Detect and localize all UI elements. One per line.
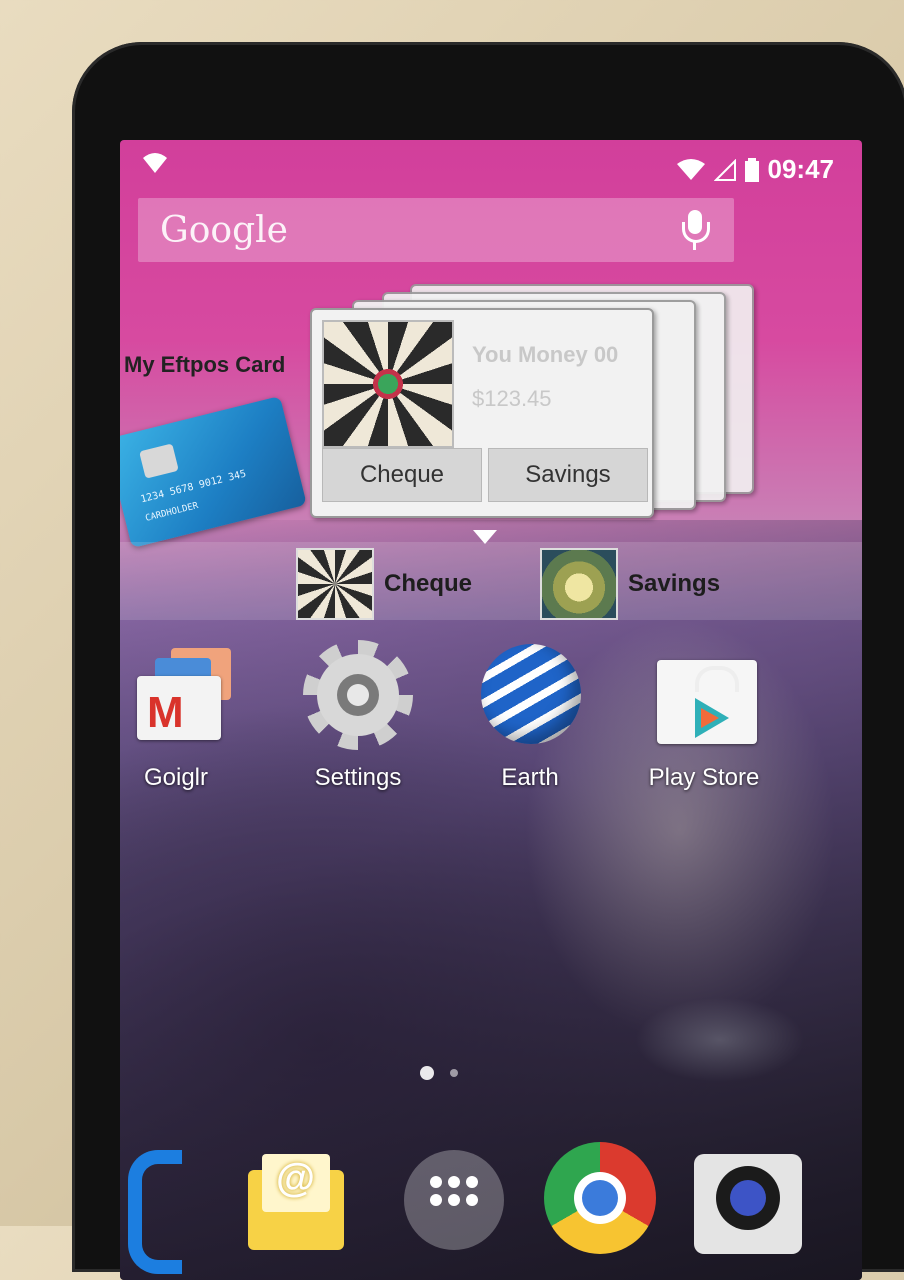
phone-bezel: 09:47 Google My Eftpos Card 1234 5678 90… <box>72 42 904 1280</box>
gmail-icon: M <box>121 640 231 750</box>
savings-shortcut[interactable]: Savings <box>540 548 720 620</box>
app-label-settings: Settings <box>314 764 402 791</box>
cheque-shortcut[interactable]: Cheque <box>296 548 472 620</box>
mic-icon[interactable] <box>682 210 710 250</box>
account-card[interactable]: You Money 00 $123.45 Cheque Savings <box>310 308 654 518</box>
app-settings[interactable]: Settings <box>288 640 428 792</box>
shortcut-row: Cheque Savings <box>120 542 862 620</box>
savings-thumbnail <box>540 548 618 620</box>
page-indicator <box>420 1066 458 1080</box>
cheque-shortcut-label: Cheque <box>384 570 473 597</box>
dartboard-image <box>322 320 454 448</box>
battery-icon <box>744 157 759 182</box>
app-drawer-icon[interactable] <box>398 1140 510 1252</box>
app-goiglr[interactable]: M Goiglr <box>120 640 246 792</box>
home-screen: 09:47 Google My Eftpos Card 1234 5678 90… <box>120 140 862 1280</box>
status-right: 09:47 <box>676 154 835 185</box>
email-icon[interactable]: @ <box>240 1140 352 1252</box>
status-bar: 09:47 <box>120 140 862 192</box>
app-play-store[interactable]: Play Store <box>634 640 774 792</box>
widget-title: My Eftpos Card <box>124 352 286 377</box>
dock: @ <box>120 1130 862 1280</box>
settings-gear-icon <box>303 640 413 750</box>
page-dot-active <box>420 1066 434 1080</box>
camera-icon[interactable] <box>690 1140 802 1254</box>
page-dot <box>450 1069 458 1077</box>
signal-icon <box>713 158 736 181</box>
card-amount: $123.45 <box>472 386 552 411</box>
app-earth[interactable]: Earth <box>460 640 600 792</box>
cheque-button[interactable]: Cheque <box>322 448 482 502</box>
savings-button[interactable]: Savings <box>488 448 648 502</box>
card-holder: CARDHOLDER <box>144 501 200 524</box>
google-logo: Google <box>160 209 288 251</box>
wifi-alert-icon <box>142 152 168 181</box>
chrome-icon[interactable] <box>542 1140 656 1254</box>
app-label-goiglr: Goiglr <box>143 764 209 791</box>
card-chip-icon <box>139 443 179 479</box>
status-time: 09:47 <box>767 154 835 184</box>
play-store-icon <box>649 640 759 750</box>
app-label-play-store: Play Store <box>648 764 760 791</box>
app-label-earth: Earth <box>501 764 559 791</box>
card-title: You Money 00 <box>472 342 619 367</box>
wifi-icon <box>676 158 705 180</box>
google-search-bar[interactable]: Google <box>138 198 734 262</box>
dartboard-thumbnail <box>296 548 374 620</box>
savings-shortcut-label: Savings <box>628 570 721 597</box>
phone-icon[interactable] <box>120 1140 202 1274</box>
earth-globe-icon <box>475 640 585 750</box>
